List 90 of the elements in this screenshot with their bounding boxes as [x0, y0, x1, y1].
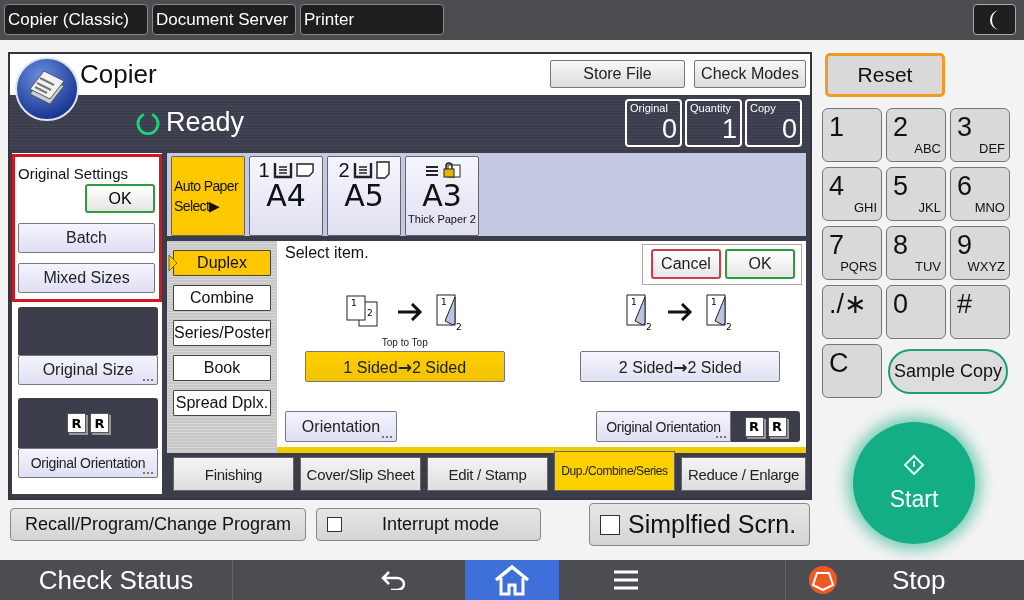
keypad-key[interactable]: 3 DEF [950, 108, 1010, 162]
paper-size: A3 [422, 181, 462, 211]
orientation-mark: R [744, 416, 764, 437]
mode-tab[interactable]: Copier (Classic) [4, 4, 148, 35]
paper-tray-button[interactable]: 2 A5 [327, 156, 401, 236]
counter-value: 1 [721, 113, 737, 144]
ok-button[interactable]: OK [725, 249, 795, 279]
paper-size: A4 [266, 181, 306, 211]
keypad-key[interactable]: 0 [886, 285, 946, 339]
arrow-icon [667, 303, 694, 321]
keypad-key[interactable]: 4 GHI [822, 167, 882, 221]
feature-tab[interactable]: Cover/Slip Sheet [300, 457, 421, 491]
paper-tray-button[interactable]: A3 Thick Paper 2 [405, 156, 479, 236]
tray-number: 2 [338, 158, 350, 182]
duplex-option-button[interactable]: 1 Sided→2 Sided [304, 351, 505, 382]
menu-icon [613, 570, 639, 590]
keypad-key[interactable]: 1 [822, 108, 882, 162]
feature-tab[interactable]: Edit / Stamp [427, 457, 548, 491]
stop-button[interactable]: Stop [786, 560, 1024, 600]
original-orientation-button[interactable]: Original Orientation [596, 411, 731, 442]
check-status-button[interactable]: Check Status [0, 560, 232, 600]
counter-label: Quantity [690, 101, 732, 114]
reset-button[interactable]: Reset [825, 53, 945, 97]
function-tab[interactable]: Book [173, 355, 271, 381]
screen-title: Copier [80, 58, 157, 90]
counter-label: Original [630, 101, 669, 114]
tray-icon [423, 164, 440, 176]
more-icon [381, 435, 393, 439]
feature-tab[interactable]: Dup./Combine/Series [554, 451, 675, 491]
caption-text: Top to Top [381, 337, 428, 350]
counter-value: 0 [661, 113, 677, 144]
keypad-key[interactable]: 8 TUV [886, 226, 946, 280]
paper-type: Thick Paper 2 [408, 213, 476, 225]
sample-copy-button[interactable]: Sample Copy [888, 348, 1008, 394]
tray-icon [272, 161, 293, 179]
settings-title: Original Settings [18, 165, 130, 182]
more-icon [142, 378, 154, 382]
orientation-mark: R [767, 416, 787, 437]
recall-program-button[interactable]: Recall/Program/Change Program [10, 508, 306, 541]
interrupt-mode-button[interactable]: Interrupt mode [316, 508, 541, 541]
mode-tab[interactable]: Document Server [152, 4, 296, 35]
keypad-key[interactable]: 2 ABC [886, 108, 946, 162]
paper-size: A5 [344, 181, 384, 211]
keypad-key[interactable]: C [822, 344, 882, 398]
counter-label: Copy [750, 101, 777, 114]
simplified-screen-button[interactable]: Simplfied Scrn. [589, 503, 810, 546]
keypad-key[interactable]: 6 MNO [950, 167, 1010, 221]
keypad-key[interactable]: ./∗ [822, 285, 882, 339]
original-orientation-button[interactable]: Original Orientation [18, 448, 158, 478]
paper-tray-button[interactable]: 1 A4 [249, 156, 323, 236]
arrow-icon [396, 303, 423, 321]
feature-tab[interactable]: Reduce / Enlarge [681, 457, 806, 491]
keypad-key[interactable]: 5 JKL [886, 167, 946, 221]
status-text: Ready [166, 107, 245, 139]
stop-icon [808, 565, 838, 595]
orientation-mark: R [90, 413, 109, 433]
function-tab[interactable]: Spread Dplx. [173, 390, 271, 416]
feature-tab[interactable]: Finishing [173, 457, 294, 491]
keypad-key[interactable]: 9 WXYZ [950, 226, 1010, 280]
back-icon [381, 570, 407, 590]
counter-value: 0 [781, 113, 797, 144]
lock-icon [442, 161, 461, 179]
auto-paper-button[interactable]: Auto Paper Select▶ [171, 156, 245, 236]
orientation-button[interactable]: Orientation [285, 411, 397, 442]
start-icon [903, 453, 925, 476]
copier-logo-icon [14, 56, 80, 122]
duplex-option-button[interactable]: 2 Sided→2 Sided [580, 351, 781, 382]
mode-tab[interactable]: Printer [300, 4, 444, 35]
setting-button[interactable]: Batch [18, 223, 155, 253]
function-tab[interactable]: Combine [173, 285, 271, 311]
orientation-mark: R [67, 413, 86, 433]
check-modes-button[interactable]: Check Modes [694, 60, 806, 89]
home-button[interactable] [465, 560, 559, 600]
more-icon [142, 471, 154, 475]
tray-icon [352, 161, 373, 179]
original-size-button[interactable]: Original Size [18, 355, 158, 385]
store-file-button[interactable]: Store File [550, 60, 685, 89]
pointer-icon [168, 254, 178, 272]
home-icon [493, 564, 531, 596]
setting-button[interactable]: Mixed Sizes [18, 263, 155, 293]
more-icon [715, 435, 727, 439]
keypad-key[interactable]: # [950, 285, 1010, 339]
tray-number: 1 [258, 158, 270, 182]
ready-icon [136, 110, 160, 135]
prompt-text: Select item. [285, 244, 369, 262]
function-tab[interactable]: Series/Poster [173, 320, 271, 346]
keypad-key[interactable]: 7 PQRS [822, 226, 882, 280]
energy-saver-button[interactable] [973, 4, 1016, 35]
cancel-button[interactable]: Cancel [651, 249, 721, 279]
ok-button[interactable]: OK [85, 184, 155, 213]
